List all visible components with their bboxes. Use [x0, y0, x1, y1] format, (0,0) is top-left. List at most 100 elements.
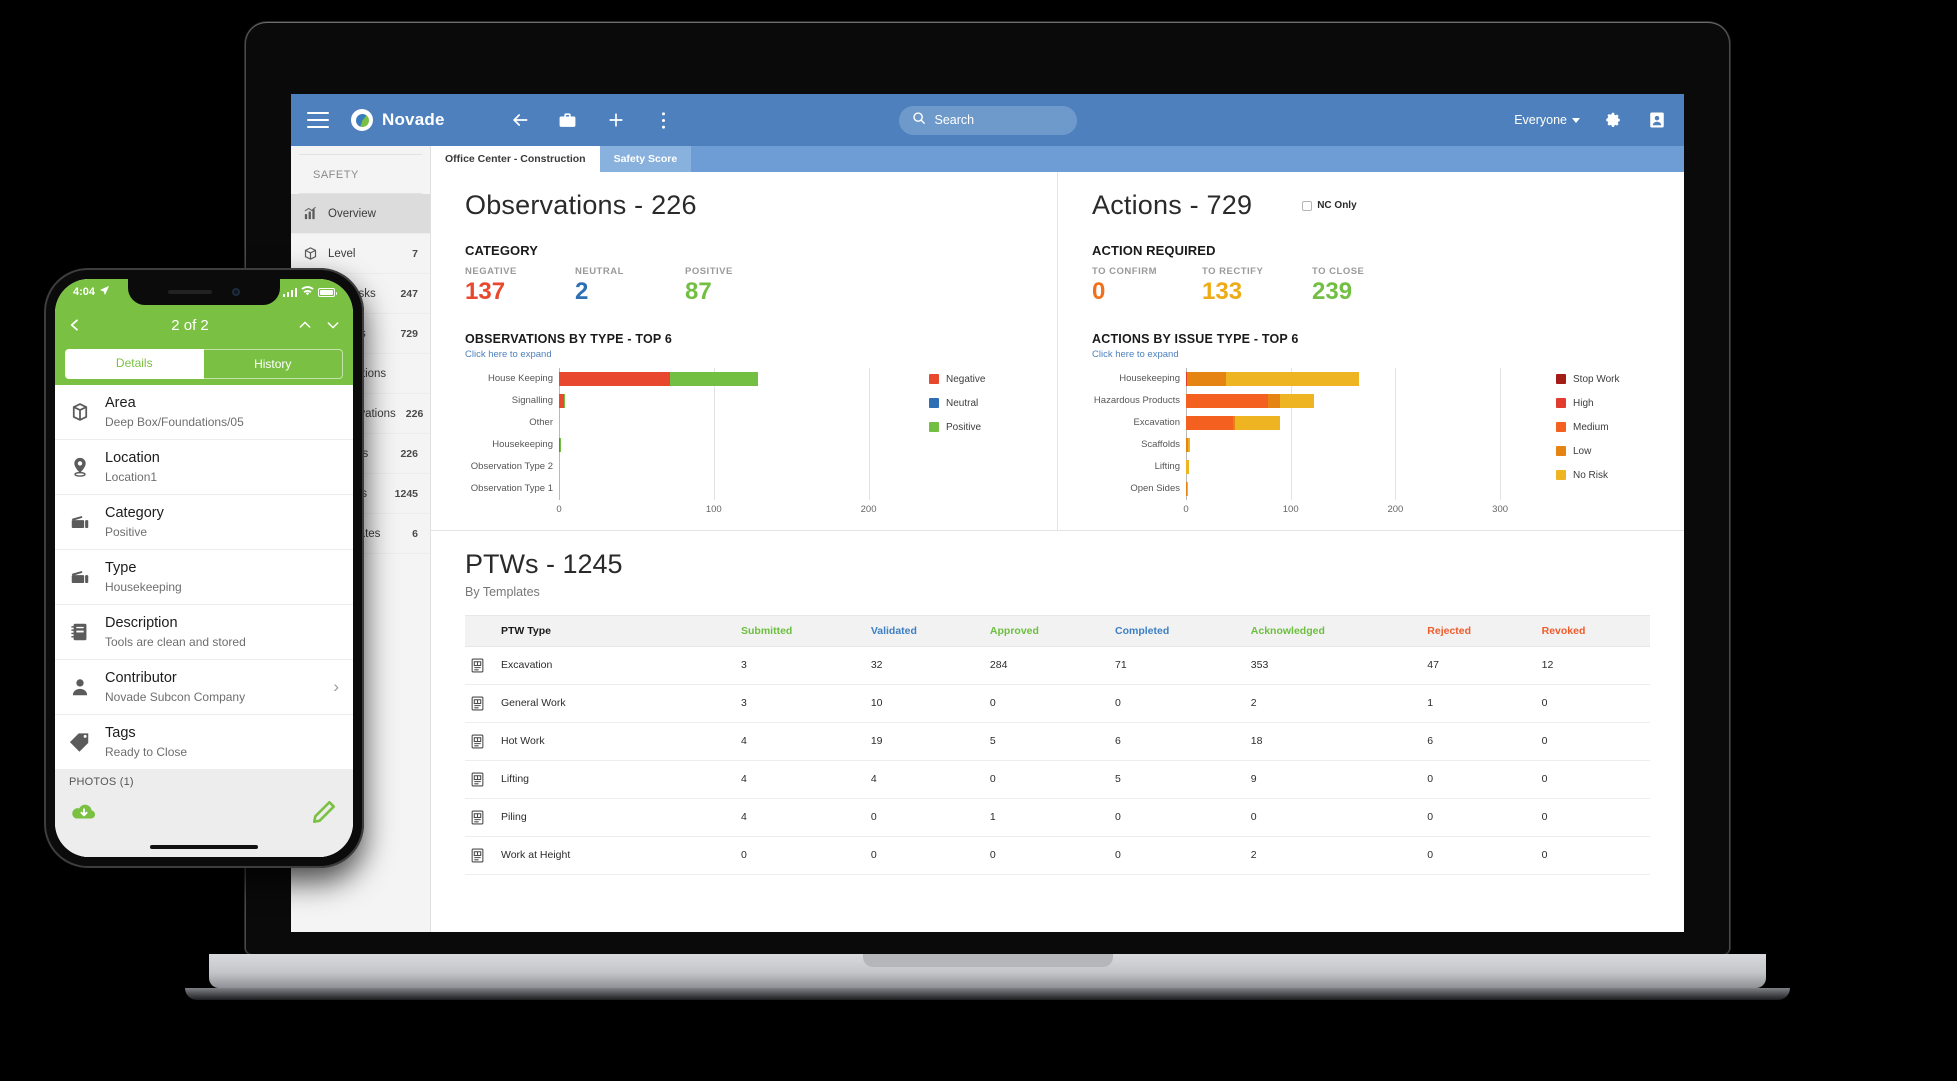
table-cell-ptw-type: Lifting: [495, 760, 735, 799]
chart-track: [559, 433, 915, 456]
stat-value: 239: [1312, 278, 1353, 305]
table-header-cell[interactable]: Approved: [983, 614, 1109, 647]
legend-item[interactable]: High: [1556, 398, 1650, 409]
briefcase-icon[interactable]: [557, 109, 579, 131]
table-header-cell[interactable]: Rejected: [1421, 614, 1536, 647]
chevron-up-icon[interactable]: [297, 317, 313, 333]
gridline: [559, 455, 560, 478]
checkbox-icon: [1302, 200, 1313, 211]
table-cell-value: 0: [735, 836, 865, 875]
phone-field-row[interactable]: Location Location1: [55, 440, 353, 496]
nc-only-checkbox[interactable]: NC Only: [1302, 200, 1357, 211]
phone-field-row[interactable]: Description Tools are clean and stored: [55, 605, 353, 661]
gridline: [1500, 477, 1502, 500]
laptop-base: [209, 954, 1766, 988]
scope-selector[interactable]: Everyone: [1514, 113, 1580, 127]
table-cell-value: 4: [735, 760, 865, 799]
actions-stats: TO CONFIRM 0 TO RECTIFY 133 TO CLOSE 239: [1092, 266, 1650, 306]
cloud-download-icon[interactable]: [71, 799, 97, 825]
table-header-cell[interactable]: Acknowledged: [1244, 614, 1422, 647]
phone-screen: 4:04 2 of 2 Details History Area Deep Bo…: [55, 279, 353, 857]
gridline: [713, 433, 715, 456]
chart-category-label: Signalling: [511, 395, 553, 407]
chart-category-label: Hazardous Products: [1093, 395, 1180, 407]
phone-field-row[interactable]: Area Deep Box/Foundations/05: [55, 385, 353, 441]
account-icon[interactable]: [1646, 109, 1668, 131]
phone-field-row[interactable]: Contributor Novade Subcon Company ›: [55, 660, 353, 716]
chart-track: [559, 477, 915, 500]
hamburger-icon[interactable]: [307, 112, 329, 128]
legend-swatch: [929, 374, 939, 385]
brand: Novade: [351, 109, 445, 131]
search-icon: [912, 111, 926, 130]
phone-tab-bar: Details History: [55, 345, 353, 385]
phone-field-row[interactable]: Type Housekeeping: [55, 550, 353, 606]
chart-track: [1186, 477, 1542, 500]
gridlines: [1186, 433, 1542, 456]
axis-tick-label: 200: [860, 503, 877, 515]
stat-value: 87: [685, 278, 712, 305]
chart-category-label: Observation Type 1: [470, 483, 553, 495]
more-vertical-icon[interactable]: [653, 109, 675, 131]
chevron-down-icon[interactable]: [325, 317, 341, 333]
stat-value: 2: [575, 278, 589, 305]
tab-office-center-construction[interactable]: Office Center - Construction: [431, 146, 600, 172]
phone-field-text: Type Housekeeping: [105, 559, 339, 595]
table-header-cell[interactable]: Validated: [864, 614, 984, 647]
search-input[interactable]: [934, 113, 1064, 127]
table-cell-value: 2: [1244, 836, 1422, 875]
phone-tab-details[interactable]: Details: [65, 349, 204, 379]
sidebar-item-count: 7: [412, 247, 418, 260]
gear-icon[interactable]: [1602, 109, 1624, 131]
table-row[interactable]: Excavation 3 32 284 71 353 47 12: [465, 646, 1650, 685]
phone-field-label: Contributor: [105, 670, 177, 687]
gridline: [868, 477, 870, 500]
phone-tab-history[interactable]: History: [203, 349, 343, 379]
legend-item[interactable]: Medium: [1556, 422, 1650, 433]
legend-item[interactable]: Positive: [929, 422, 1023, 433]
phone-field-text: Category Positive: [105, 504, 339, 540]
phone-field-row[interactable]: Tags Ready to Close: [55, 715, 353, 771]
plus-icon[interactable]: [605, 109, 627, 131]
search-box[interactable]: [898, 105, 1077, 135]
sidebar-item-count: 226: [405, 407, 424, 420]
dashboard-panels: Observations - 226 CATEGORY NEGATIVE 137…: [431, 172, 1684, 531]
actions-title: Actions - 729: [1092, 190, 1253, 220]
legend-item[interactable]: Low: [1556, 446, 1650, 457]
permit-doc-icon: [471, 810, 489, 825]
phone-field-label: Category: [105, 505, 164, 522]
legend-item[interactable]: Neutral: [929, 398, 1023, 409]
table-row[interactable]: Piling 4 0 1 0 0 0 0: [465, 798, 1650, 837]
stacked-bar: [559, 393, 605, 408]
legend-item[interactable]: Negative: [929, 374, 1023, 385]
actions-expand-link[interactable]: Click here to expand: [1092, 349, 1650, 360]
phone-field-row[interactable]: Category Positive: [55, 495, 353, 551]
battery-icon: [318, 287, 337, 297]
observations-expand-link[interactable]: Click here to expand: [465, 349, 1023, 360]
pencil-icon[interactable]: [311, 799, 337, 825]
table-header-cell[interactable]: Revoked: [1535, 614, 1650, 647]
table-row[interactable]: Hot Work 4 19 5 6 18 6 0: [465, 722, 1650, 761]
stat-value: 137: [465, 278, 506, 305]
back-arrow-icon[interactable]: [509, 109, 531, 131]
legend-item[interactable]: Stop Work: [1556, 374, 1650, 385]
chevron-left-icon[interactable]: [67, 317, 83, 333]
gridline: [1395, 477, 1397, 500]
status-time-group: 4:04: [73, 285, 110, 299]
bar-segment: [1187, 371, 1227, 386]
legend-label: Medium: [1573, 421, 1609, 433]
sidebar-item-overview[interactable]: Overview: [291, 194, 430, 234]
table-header-cell[interactable]: Completed: [1108, 614, 1245, 647]
table-header-cell[interactable]: Submitted: [735, 614, 865, 647]
legend-label: Neutral: [946, 397, 979, 409]
table-row[interactable]: Lifting 4 4 0 5 9 0 0: [465, 760, 1650, 799]
table-header-cell[interactable]: PTW Type: [495, 614, 735, 647]
gridlines: [1186, 455, 1542, 478]
legend-item[interactable]: No Risk: [1556, 470, 1650, 481]
table-body: Excavation 3 32 284 71 353 47 12 General Work 3 10…: [465, 646, 1650, 875]
nc-only-label: NC Only: [1317, 200, 1357, 211]
tab-safety-score[interactable]: Safety Score: [599, 146, 692, 172]
table-row[interactable]: Work at Height 0 0 0 0 2 0 0: [465, 836, 1650, 875]
table-cell-ptw-type: Hot Work: [495, 722, 735, 761]
table-row[interactable]: General Work 3 10 0 0 2 1 0: [465, 684, 1650, 723]
